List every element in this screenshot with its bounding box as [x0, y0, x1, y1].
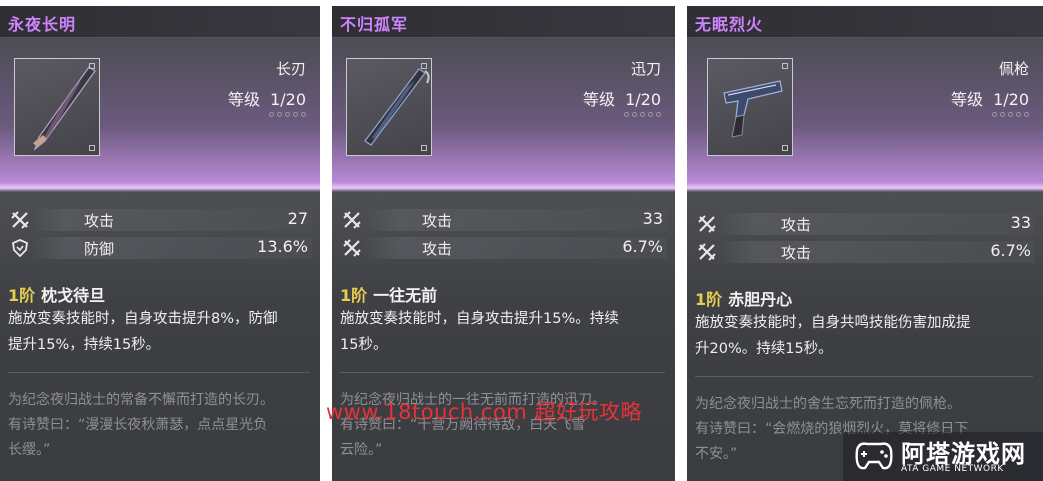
weapon-card-3[interactable]: 无眠烈火 佩枪 等级 1/20 攻击 33 攻击 6.7% 1阶 赤胆丹心 施放…	[687, 6, 1043, 481]
skill-title: 1阶 枕戈待旦	[8, 282, 105, 306]
long-blade-icon	[33, 66, 96, 151]
sword-icon	[364, 68, 430, 146]
desc-line: 升20%。持续15秒。	[695, 341, 833, 357]
weapon-type: 佩枪	[998, 60, 1029, 78]
weapon-level: 等级 1/20	[228, 86, 306, 110]
attack-icon	[11, 211, 29, 229]
stat-label: 防御	[84, 240, 115, 258]
defense-icon	[12, 239, 28, 258]
level-label: 等级	[228, 90, 261, 109]
level-label: 等级	[583, 90, 616, 109]
skill-tier: 1阶	[8, 286, 36, 305]
skill-description: 施放变奏技能时，自身攻击提升8%，防御 提升15%，持续15秒。	[8, 306, 310, 358]
refine-dots	[624, 112, 661, 117]
weapon-name: 不归孤军	[340, 15, 409, 34]
site-watermark: www.18touch.com 超好玩攻略	[326, 400, 642, 424]
skill-title: 1阶 一往无前	[340, 282, 437, 306]
skill-description: 施放变奏技能时，自身攻击提升15%。持续 15秒。	[340, 306, 665, 358]
skill-title: 1阶 赤胆丹心	[695, 286, 792, 310]
stat-label: 攻击	[422, 240, 453, 258]
desc-line: 提升15%，持续15秒。	[8, 337, 161, 353]
lore-line: 为纪念夜归战士的舍生忘死而打造的佩枪。	[695, 396, 961, 412]
weapon-card-1[interactable]: 永夜长明 长刃 等级 1/20 攻击 27 防御 13.6% 1阶 枕戈待旦 施…	[0, 6, 320, 481]
lore-line: 云险。”	[340, 442, 383, 458]
level-value: 1/20	[270, 90, 306, 109]
skill-tier: 1阶	[340, 286, 368, 305]
weapon-type: 迅刀	[630, 60, 661, 78]
weapon-image-frame	[707, 58, 793, 156]
lore-line: 有诗赞曰：“漫漫长夜秋萧瑟，点点星光负	[8, 417, 268, 433]
skill-name: 一往无前	[373, 286, 438, 305]
gamepad-icon	[855, 442, 893, 470]
stat-label: 攻击	[781, 244, 812, 262]
attack-icon	[698, 215, 716, 233]
stat-row-attack: 攻击 33	[687, 211, 1043, 237]
stat-row-defense: 防御 13.6%	[0, 235, 320, 261]
weapon-level: 等级 1/20	[951, 86, 1029, 110]
stat-label: 攻击	[781, 216, 812, 234]
stat-row-attack-percent: 攻击 6.7%	[687, 239, 1043, 265]
stat-value: 33	[1010, 213, 1031, 232]
stat-label: 攻击	[84, 212, 115, 230]
level-value: 1/20	[993, 90, 1029, 109]
attack-icon	[343, 239, 361, 257]
stat-row-attack-percent: 攻击 6.7%	[332, 235, 675, 261]
weapon-level: 等级 1/20	[583, 86, 661, 110]
weapon-name: 永夜长明	[8, 15, 77, 34]
skill-description: 施放变奏技能时，自身共鸣技能伤害加成提 升20%。持续15秒。	[695, 310, 1033, 362]
lore-line: 为纪念夜归战士的常备不懈而打造的长刃。	[8, 392, 274, 408]
stat-value: 6.7%	[622, 237, 663, 256]
level-label: 等级	[951, 90, 984, 109]
card-title-bar: 不归孤军	[332, 6, 675, 38]
stat-value: 6.7%	[990, 241, 1031, 260]
desc-line: 施放变奏技能时，自身攻击提升15%。持续	[340, 311, 619, 327]
stat-value: 27	[287, 209, 308, 228]
divider	[695, 376, 1033, 377]
skill-name: 枕戈待旦	[41, 286, 106, 305]
weapon-image-frame	[14, 58, 100, 156]
attack-icon	[343, 211, 361, 229]
card-title-bar: 无眠烈火	[687, 6, 1043, 38]
desc-line: 施放变奏技能时，自身共鸣技能伤害加成提	[695, 315, 971, 331]
weapon-type: 长刃	[275, 60, 306, 78]
refine-dots	[992, 112, 1029, 117]
pistol-icon	[723, 80, 783, 138]
stat-value: 33	[642, 209, 663, 228]
divider	[8, 372, 310, 373]
stat-label: 攻击	[422, 212, 453, 230]
stat-row-attack: 攻击 33	[332, 207, 675, 233]
desc-line: 15秒。	[340, 337, 388, 353]
lore-line: 长缨。”	[8, 442, 51, 458]
stat-row-attack: 攻击 27	[0, 207, 320, 233]
logo-subtitle: ATA GAME NETWORK	[901, 464, 1004, 474]
refine-dots	[269, 112, 306, 117]
weapon-name: 无眠烈火	[695, 15, 764, 34]
skill-name: 赤胆丹心	[728, 290, 793, 309]
divider	[340, 372, 665, 373]
card-title-bar: 永夜长明	[0, 6, 320, 38]
desc-line: 施放变奏技能时，自身攻击提升8%，防御	[8, 311, 278, 327]
lore-text: 为纪念夜归战士的常备不懈而打造的长刃。 有诗赞曰：“漫漫长夜秋萧瑟，点点星光负 …	[8, 388, 310, 463]
ata-game-logo: 阿塔游戏网 ATA GAME NETWORK	[843, 432, 1043, 481]
attack-icon	[698, 243, 716, 261]
skill-tier: 1阶	[695, 290, 723, 309]
stat-value: 13.6%	[257, 237, 308, 256]
level-value: 1/20	[625, 90, 661, 109]
weapon-image-frame	[346, 58, 432, 156]
